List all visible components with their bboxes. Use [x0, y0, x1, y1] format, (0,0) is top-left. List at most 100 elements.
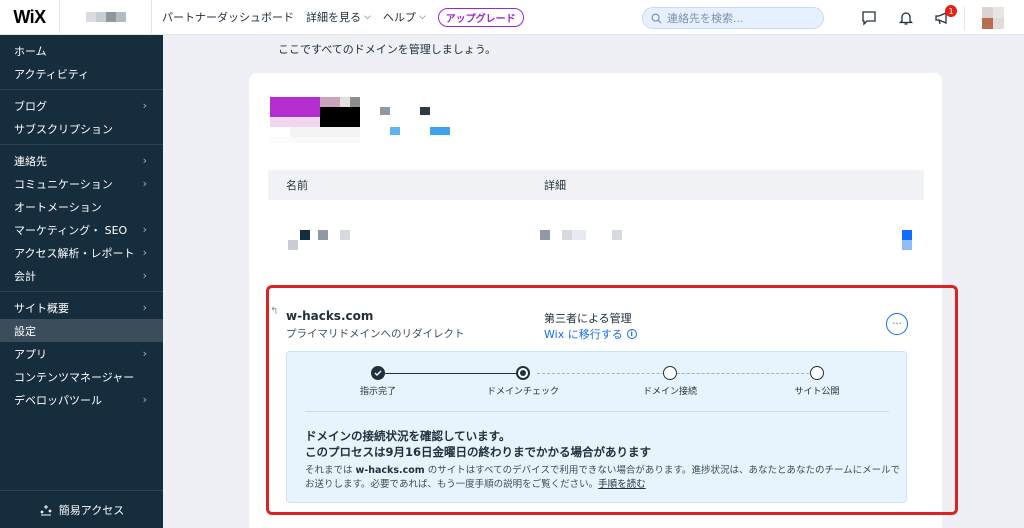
transfer-to-wix-link[interactable]: Wix に移行する i	[544, 326, 637, 342]
site-preview-blurred	[270, 97, 450, 143]
chevron-right-icon: ›	[142, 269, 147, 282]
domain-subtitle: プライマリドメインへのリダイレクト	[286, 328, 465, 340]
chevron-right-icon: ›	[142, 99, 147, 112]
nav-label: ヘルプ	[382, 11, 416, 24]
nav-label: パートナーダッシュボード	[162, 11, 294, 24]
quick-access-label: 簡易アクセス	[58, 503, 125, 517]
sidebar-item-developer-tools[interactable]: デベロッパツール ›	[0, 388, 163, 411]
redirect-arrow-icon: ↰	[270, 306, 279, 317]
sidebar-item-label: コミュニケーション	[14, 177, 113, 191]
step-label: ドメインチェック	[486, 387, 560, 397]
search-icon	[651, 13, 662, 24]
megaphone-icon[interactable]: 1	[933, 5, 957, 27]
quick-access-button[interactable]: 簡易アクセス	[0, 490, 163, 528]
step-pending-icon	[810, 366, 824, 380]
domains-table-header: 名前 詳細	[268, 170, 924, 200]
upgrade-button[interactable]: アップグレード	[437, 7, 524, 27]
sidebar-item-label: デベロッパツール	[14, 393, 102, 407]
sidebar-group: 連絡先 › コミュニケーション › オートメーション マーケティング・ SEO › ア…	[0, 145, 163, 292]
sidebar-item-subscriptions[interactable]: サブスクリプション	[0, 117, 163, 140]
step-current-icon	[516, 366, 530, 380]
sidebar-item-home[interactable]: ホーム	[0, 39, 163, 62]
sidebar-item-site-overview[interactable]: サイト概要 ›	[0, 296, 163, 319]
status-body-domain: w-hacks.com	[355, 465, 425, 476]
sidebar-item-label: コンテンツマネージャー	[14, 370, 135, 384]
step-connector-done	[385, 373, 523, 374]
notification-badge: 1	[945, 5, 957, 17]
step-label: サイト公開	[794, 387, 840, 397]
chevron-right-icon: ›	[142, 246, 147, 259]
domain-row-blurred[interactable]	[288, 228, 918, 252]
site-selector[interactable]	[60, 0, 152, 35]
status-title: ドメインの接続状況を確認しています。	[305, 429, 511, 443]
step-connector-pending	[677, 373, 819, 374]
site-thumbnail-blurred	[85, 12, 126, 22]
search-input[interactable]: 連絡先を検索...	[642, 7, 824, 29]
chevron-right-icon: ›	[142, 393, 147, 406]
chevron-down-icon: ⌵	[418, 12, 426, 22]
sidebar-item-label: アプリ	[14, 347, 47, 361]
sidebar-item-label: 連絡先	[14, 154, 47, 168]
sidebar-item-settings[interactable]: 設定	[0, 319, 163, 342]
topbar-divider	[964, 6, 965, 30]
sidebar-item-label: ブログ	[14, 99, 47, 113]
nav-help[interactable]: ヘルプ ⌵	[383, 9, 426, 25]
more-actions-button[interactable]: ···	[886, 313, 908, 335]
read-instructions-link[interactable]: 手順を読む	[598, 479, 646, 490]
step-label: 指示完了	[359, 387, 397, 397]
top-nav: パートナーダッシュボード 詳細を見る ⌵ ヘルプ ⌵ アップグレード	[152, 0, 524, 35]
nav-partner-dashboard[interactable]: パートナーダッシュボード	[162, 9, 294, 25]
sidebar-item-label: サイト概要	[14, 301, 69, 315]
chevron-right-icon: ›	[142, 301, 147, 314]
status-divider	[305, 411, 889, 412]
sidebar-item-automations[interactable]: オートメーション	[0, 195, 163, 218]
sidebar-item-marketing[interactable]: マーケティング・ SEO ›	[0, 218, 163, 241]
sidebar-item-content-manager[interactable]: コンテンツマネージャー	[0, 365, 163, 388]
connection-status-panel: 指示完了 ドメインチェック ドメイン接続 サイト公開 ドメインの接続状況を確認し…	[286, 351, 907, 503]
bell-icon[interactable]	[897, 9, 915, 27]
step-done-icon	[371, 366, 385, 380]
chevron-right-icon: ›	[142, 154, 147, 167]
logo-text: WiX	[13, 6, 46, 27]
sidebar-item-label: サブスクリプション	[14, 122, 113, 136]
sidebar-group: ホーム アクティビティ	[0, 35, 163, 90]
sidebar-item-label: ホーム	[14, 44, 47, 58]
sidebar-item-analytics[interactable]: アクセス解析・レポート ›	[0, 241, 163, 264]
wix-logo[interactable]: WiX	[0, 0, 60, 35]
sidebar-item-apps[interactable]: アプリ ›	[0, 342, 163, 365]
column-header-name: 名前	[286, 179, 308, 192]
search-placeholder: 連絡先を検索...	[667, 12, 744, 25]
sidebar-group: サイト概要 › 設定 アプリ › コンテンツマネージャー デベロッパツール ›	[0, 292, 163, 415]
transfer-link-label: Wix に移行する	[544, 328, 623, 341]
chevron-right-icon: ›	[142, 177, 147, 190]
sidebar-group: ブログ › サブスクリプション	[0, 90, 163, 145]
chat-icon[interactable]	[860, 9, 878, 27]
sidebar-item-label: マーケティング・ SEO	[14, 223, 128, 237]
sidebar-item-label: アクティビティ	[14, 67, 90, 81]
step-pending-icon	[663, 366, 677, 380]
sidebar-item-accounting[interactable]: 会計 ›	[0, 264, 163, 287]
chevron-down-icon: ⌵	[364, 12, 371, 22]
sidebar-item-blog[interactable]: ブログ ›	[0, 94, 163, 117]
status-body: それまでは w-hacks.com のサイトはすべてのデバイスで利用できない場合…	[305, 464, 903, 492]
info-icon[interactable]: i	[626, 329, 637, 339]
sidebar-item-label: 設定	[14, 324, 36, 338]
step-label: ドメイン接続	[642, 387, 698, 397]
nav-learn-more[interactable]: 詳細を見る ⌵	[306, 9, 371, 25]
sidebar-item-label: オートメーション	[14, 200, 102, 214]
sidebar: ホーム アクティビティ ブログ › サブスクリプション 連絡先 › コミュニケーショ…	[0, 35, 163, 528]
sidebar-item-activity[interactable]: アクティビティ	[0, 62, 163, 85]
sidebar-item-contacts[interactable]: 連絡先 ›	[0, 149, 163, 172]
sidebar-item-label: 会計	[14, 269, 36, 283]
avatar[interactable]	[982, 7, 1004, 29]
chevron-right-icon: ›	[142, 223, 147, 236]
sidebar-item-label: アクセス解析・レポート	[14, 246, 135, 260]
chevron-right-icon: ›	[142, 347, 147, 360]
status-body-prefix: それまでは	[305, 465, 356, 476]
sparkle-icon	[40, 504, 52, 515]
domain-name: w-hacks.com	[286, 309, 374, 323]
top-bar: WiX パートナーダッシュボード 詳細を見る ⌵ ヘルプ ⌵ アップグレード 連…	[0, 0, 1024, 35]
sidebar-item-communications[interactable]: コミュニケーション ›	[0, 172, 163, 195]
page-intro: ここですべてのドメインを管理しましょう。	[278, 43, 497, 56]
column-header-details: 詳細	[544, 179, 566, 192]
